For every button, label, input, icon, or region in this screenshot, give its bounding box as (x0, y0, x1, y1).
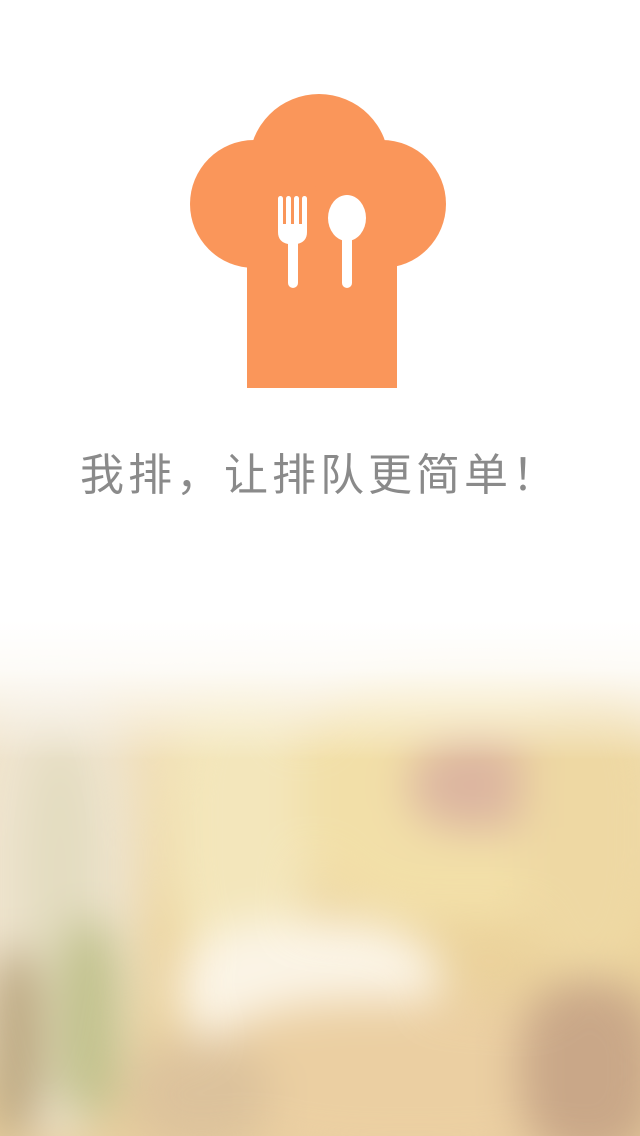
chef-hat-logo-icon (190, 92, 450, 388)
splash-screen: 我排，让排队更简单！ (0, 0, 640, 1136)
restaurant-background-photo (0, 620, 640, 1136)
app-tagline: 我排，让排队更简单！ (80, 450, 560, 501)
